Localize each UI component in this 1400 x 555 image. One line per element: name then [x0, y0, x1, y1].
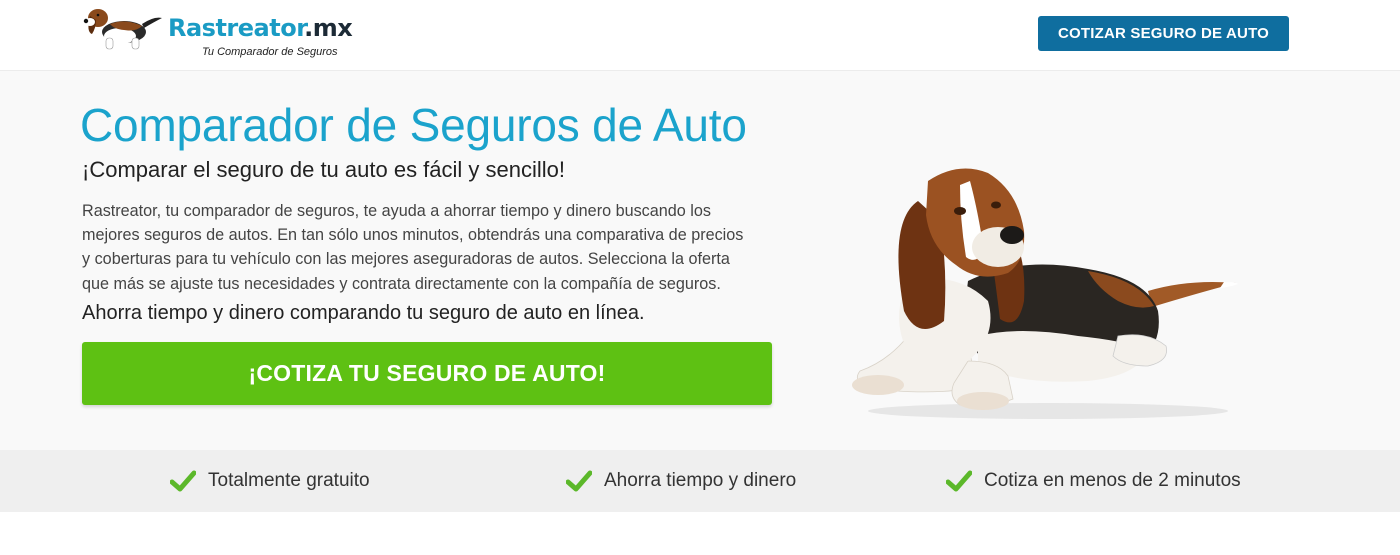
logo-wordmark: Rastreator.mx	[168, 14, 353, 42]
hero-section: Comparador de Seguros de Auto ¡Comparar …	[0, 71, 1400, 450]
check-icon	[946, 470, 972, 492]
description-line: y coberturas para tu vehículo con las me…	[82, 250, 730, 269]
feature-label: Cotiza en menos de 2 minutos	[984, 470, 1241, 491]
description-line: Rastreator, tu comparador de seguros, te…	[82, 202, 711, 220]
basset-hound-photo	[852, 168, 1238, 419]
check-icon	[170, 470, 196, 492]
logo-tagline: Tu Comparador de Seguros	[202, 46, 338, 58]
feature-item: Ahorra tiempo y dinero	[566, 450, 796, 512]
logo-link[interactable]: Rastreator.mx Tu Comparador de Seguros	[80, 2, 353, 64]
feature-item: Cotiza en menos de 2 minutos	[946, 450, 1241, 512]
hero-subtitle: ¡Comparar el seguro de tu auto es fácil …	[82, 157, 566, 182]
basset-hound-logo-icon	[83, 9, 162, 50]
hero-tagline: Ahorra tiempo y dinero comparando tu seg…	[82, 302, 645, 324]
feature-label: Totalmente gratuito	[208, 470, 370, 491]
check-icon	[566, 470, 592, 492]
description-line: mejores seguros de autos. En tan sólo un…	[82, 226, 744, 245]
cotiza-seguro-cta-button[interactable]: ¡COTIZA TU SEGURO DE AUTO!	[82, 342, 772, 405]
description-line: que más se ajuste tus necesidades y cont…	[82, 274, 721, 293]
feature-label: Ahorra tiempo y dinero	[604, 470, 797, 491]
feature-item: Totalmente gratuito	[170, 450, 370, 512]
hero-description: Rastreator, tu comparador de seguros, te…	[82, 199, 782, 296]
cotizar-seguro-button[interactable]: COTIZAR SEGURO DE AUTO	[1038, 16, 1289, 51]
features-bar: Totalmente gratuito Ahorra tiempo y dine…	[0, 450, 1400, 512]
site-header: Rastreator.mx Tu Comparador de Seguros C…	[0, 0, 1400, 71]
page-title: Comparador de Seguros de Auto	[80, 99, 747, 151]
